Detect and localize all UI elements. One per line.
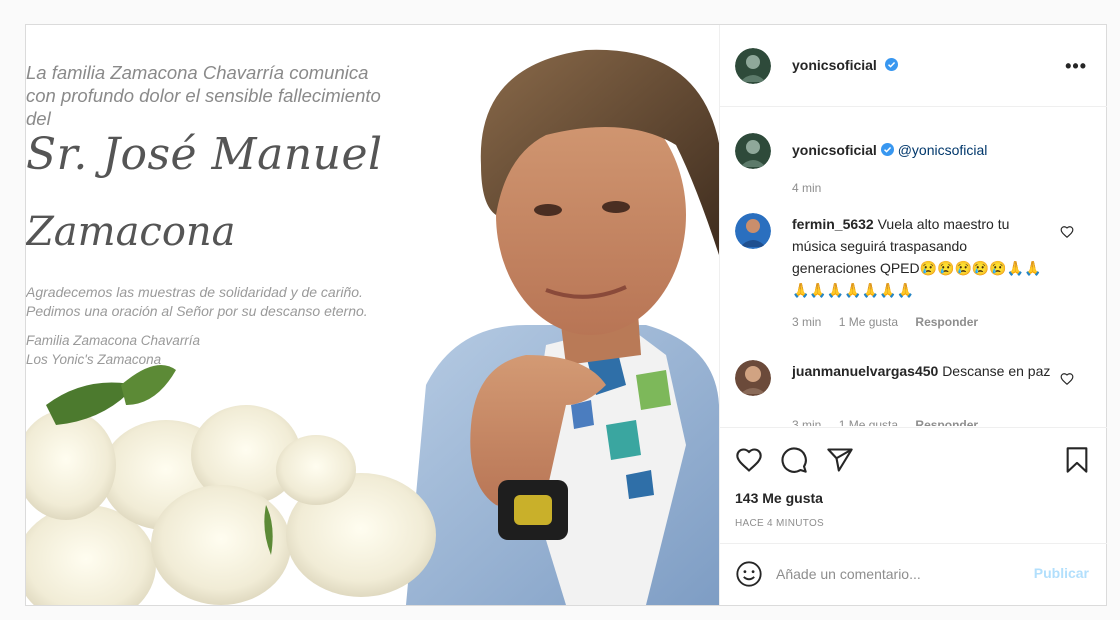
notice-intro-line: con profundo dolor el sensible fallecimi… <box>26 85 381 106</box>
notice-thanks-line: Pedimos una oración al Señor por su desc… <box>26 303 368 319</box>
notice-intro-line: del <box>26 108 51 129</box>
avatar[interactable] <box>735 48 771 84</box>
more-icon[interactable]: ••• <box>1065 56 1087 77</box>
notice-thanks-line: Agradecemos las muestras de solidaridad … <box>26 284 363 300</box>
comment-meta: 3 min 1 Me gusta Responder <box>792 315 992 329</box>
emoji-icon[interactable] <box>735 560 763 588</box>
header-username[interactable]: yonicsoficial <box>792 57 877 73</box>
comment-item: juanmanuelvargas450 Descanse en paz 3 mi… <box>720 360 1107 426</box>
heart-icon[interactable] <box>1060 372 1074 386</box>
comment-meta: 3 min 1 Me gusta Responder <box>792 418 992 426</box>
avatar-image <box>735 133 771 169</box>
notice-signature-line: Los Yonic's Zamacona <box>26 352 162 367</box>
comments-list[interactable]: yonicsoficial @yonicsoficial 4 min fermi… <box>720 108 1107 426</box>
caption: yonicsoficial @yonicsoficial 4 min <box>720 133 1107 203</box>
comment-input[interactable] <box>776 563 1006 585</box>
instagram-post: La familia Zamacona Chavarría comunica c… <box>25 24 1107 606</box>
avatar-image <box>735 213 771 249</box>
share-icon[interactable] <box>826 446 854 474</box>
avatar-image <box>735 360 771 396</box>
reply-button[interactable]: Responder <box>915 418 978 426</box>
deceased-name-line2: Zamacona <box>26 209 236 255</box>
avatar[interactable] <box>735 360 771 396</box>
verified-icon <box>880 143 894 156</box>
caption-username[interactable]: yonicsoficial <box>792 142 877 158</box>
post-timestamp[interactable]: HACE 4 MINUTOS <box>735 518 824 529</box>
comment-text: fermin_5632 Vuela alto maestro tu música… <box>792 213 1054 301</box>
avatar[interactable] <box>735 213 771 249</box>
comment-item: fermin_5632 Vuela alto maestro tu música… <box>720 213 1107 343</box>
post-sidebar: yonicsoficial ••• yonicsoficial @yonicso… <box>719 25 1107 605</box>
comment-time[interactable]: 3 min <box>792 315 821 329</box>
avatar-image <box>735 48 771 84</box>
heart-icon[interactable] <box>1060 225 1074 239</box>
comment-likes[interactable]: 1 Me gusta <box>839 315 898 329</box>
comment-text: juanmanuelvargas450 Descanse en paz <box>792 360 1054 382</box>
likes-count[interactable]: 143 Me gusta <box>735 490 823 506</box>
caption-mention[interactable]: @yonicsoficial <box>898 142 988 158</box>
publish-button[interactable]: Publicar <box>1034 565 1089 581</box>
deceased-name-line1: Sr. José Manuel <box>26 129 383 180</box>
header-username-wrap: yonicsoficial <box>792 57 899 75</box>
notice-signature: Familia Zamacona Chavarría Los Yonic's Z… <box>26 331 456 369</box>
notice-thanks: Agradecemos las muestras de solidaridad … <box>26 283 456 321</box>
post-image[interactable]: La familia Zamacona Chavarría comunica c… <box>26 25 719 605</box>
comment-username[interactable]: juanmanuelvargas450 <box>792 363 938 379</box>
avatar[interactable] <box>735 133 771 169</box>
comment-content: Descanse en paz <box>942 363 1051 379</box>
notice-intro-line: La familia Zamacona Chavarría comunica <box>26 62 369 83</box>
add-comment-bar: Publicar <box>720 543 1107 605</box>
heart-icon[interactable] <box>735 446 763 474</box>
bookmark-icon[interactable] <box>1063 446 1091 474</box>
comment-icon[interactable] <box>780 446 808 474</box>
notice-signature-line: Familia Zamacona Chavarría <box>26 333 201 348</box>
notice-intro: La familia Zamacona Chavarría comunica c… <box>26 61 456 130</box>
comment-username[interactable]: fermin_5632 <box>792 216 874 232</box>
post-actions: 143 Me gusta HACE 4 MINUTOS <box>720 427 1107 543</box>
reply-button[interactable]: Responder <box>915 315 978 329</box>
caption-text: yonicsoficial @yonicsoficial <box>792 139 1054 161</box>
caption-time[interactable]: 4 min <box>792 181 821 195</box>
comment-time[interactable]: 3 min <box>792 418 821 426</box>
verified-icon <box>885 58 899 71</box>
caption-meta: 4 min <box>792 181 835 195</box>
post-header: yonicsoficial ••• <box>720 25 1107 107</box>
comment-likes[interactable]: 1 Me gusta <box>839 418 898 426</box>
